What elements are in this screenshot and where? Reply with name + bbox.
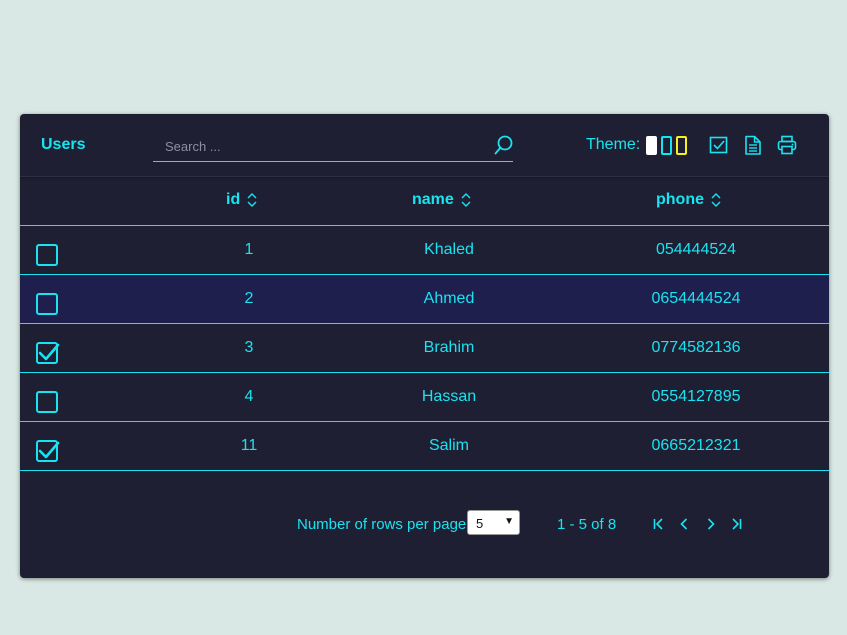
- checkmark-icon: [38, 441, 60, 459]
- row-checkbox[interactable]: [36, 391, 58, 413]
- cell-id: 4: [244, 388, 254, 405]
- search-icon[interactable]: [493, 134, 515, 156]
- table-row[interactable]: 1 Khaled 054444524: [20, 226, 829, 275]
- table-header: id name phone: [20, 177, 829, 226]
- print-icon[interactable]: [776, 134, 798, 156]
- cell-phone: 054444524: [655, 241, 737, 258]
- theme-switcher: Theme:: [586, 134, 691, 156]
- previous-page-icon[interactable]: [676, 516, 692, 532]
- search-input[interactable]: [163, 135, 487, 157]
- sort-icon: [461, 193, 471, 207]
- rows-per-page-value: 5: [476, 516, 484, 531]
- cell-id: 2: [244, 290, 254, 307]
- theme-swatch-yellow[interactable]: [676, 135, 688, 155]
- document-icon[interactable]: [742, 134, 764, 156]
- column-header-label: name: [412, 191, 454, 208]
- next-page-icon[interactable]: [703, 516, 719, 532]
- cell-name: Ahmed: [423, 290, 475, 307]
- table-title: Users: [41, 136, 86, 153]
- theme-label: Theme:: [586, 136, 641, 153]
- rows-per-page-select[interactable]: 5 ▼: [467, 510, 520, 535]
- cell-id: 1: [244, 241, 254, 258]
- first-page-icon[interactable]: [651, 516, 667, 532]
- cell-name: Salim: [428, 437, 469, 454]
- row-checkbox-checked[interactable]: [36, 342, 60, 364]
- theme-swatch-light[interactable]: [646, 135, 658, 155]
- cell-name: Hassan: [421, 388, 477, 405]
- column-header-name[interactable]: name: [412, 191, 471, 209]
- cell-phone: 0774582136: [651, 339, 741, 356]
- table-row[interactable]: 2 Ahmed 0654444524: [20, 275, 829, 324]
- table-row[interactable]: 11 Salim 0665212321: [20, 422, 829, 471]
- cell-phone: 0554127895: [651, 388, 741, 405]
- cell-id: 3: [244, 339, 254, 356]
- dropdown-arrow-icon: ▼: [504, 516, 514, 527]
- row-checkbox[interactable]: [36, 293, 58, 315]
- column-header-id[interactable]: id: [226, 191, 257, 209]
- theme-swatch-cyan[interactable]: [661, 135, 673, 155]
- last-page-icon[interactable]: [728, 516, 744, 532]
- select-all-icon[interactable]: [708, 134, 730, 156]
- sort-icon: [711, 193, 721, 207]
- sort-icon: [247, 193, 257, 207]
- users-table-card: Users Theme:: [20, 114, 829, 578]
- cell-phone: 0665212321: [651, 437, 741, 454]
- table-toolbar: Users Theme:: [20, 114, 829, 177]
- table-row[interactable]: 3 Brahim 0774582136: [20, 324, 829, 373]
- search-box: [153, 129, 513, 162]
- cell-id: 11: [240, 437, 258, 454]
- page-range: 1 - 5 of 8: [557, 516, 617, 533]
- cell-name: Khaled: [424, 241, 474, 258]
- table-row[interactable]: 4 Hassan 0554127895: [20, 373, 829, 422]
- row-checkbox-checked[interactable]: [36, 440, 60, 462]
- row-checkbox[interactable]: [36, 244, 58, 266]
- cell-phone: 0654444524: [651, 290, 741, 307]
- checkmark-icon: [38, 343, 60, 361]
- column-header-phone[interactable]: phone: [656, 191, 721, 209]
- cell-name: Brahim: [423, 339, 475, 356]
- column-header-label: id: [226, 191, 241, 208]
- pagination-footer: Number of rows per page 5 ▼ 1 - 5 of 8: [20, 471, 829, 578]
- rows-per-page-label: Number of rows per page: [297, 516, 467, 533]
- column-header-label: phone: [656, 191, 704, 208]
